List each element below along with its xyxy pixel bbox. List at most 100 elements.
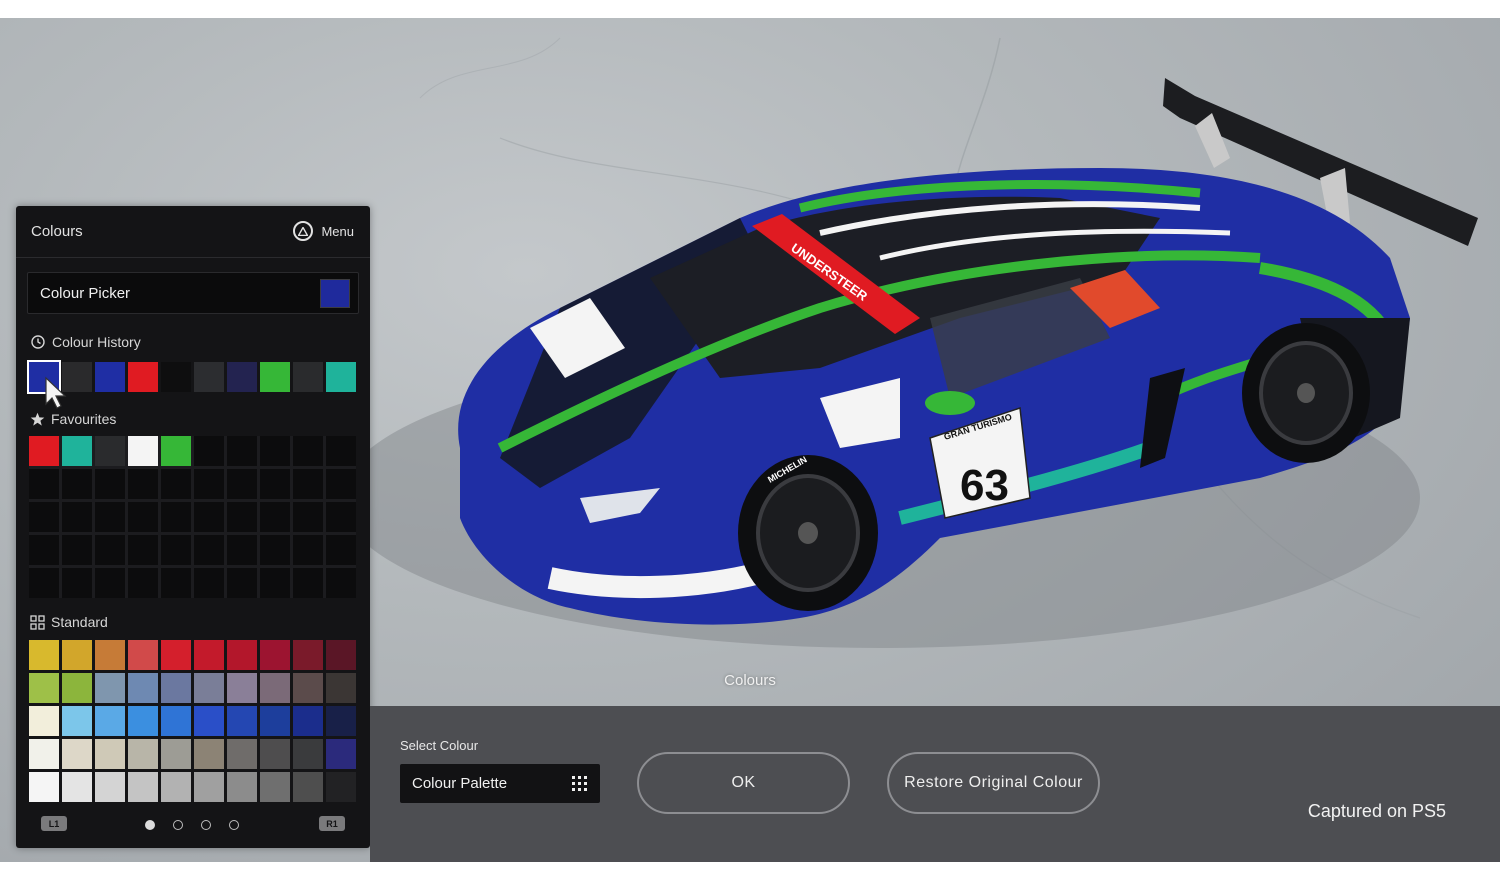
empty-favourite-slot[interactable] — [260, 568, 290, 598]
standard-swatch[interactable] — [194, 673, 224, 703]
standard-swatch[interactable] — [293, 706, 323, 736]
standard-swatch[interactable] — [62, 706, 92, 736]
standard-swatch[interactable] — [293, 673, 323, 703]
standard-swatch[interactable] — [161, 706, 191, 736]
empty-favourite-slot[interactable] — [194, 436, 224, 466]
standard-swatch[interactable] — [62, 640, 92, 670]
standard-swatch[interactable] — [95, 673, 125, 703]
standard-swatch[interactable] — [326, 772, 356, 802]
empty-favourite-slot[interactable] — [95, 502, 125, 532]
standard-swatch[interactable] — [62, 673, 92, 703]
colour-picker-button[interactable]: Colour Picker — [27, 272, 359, 314]
standard-swatch[interactable] — [29, 706, 59, 736]
standard-swatch[interactable] — [95, 739, 125, 769]
empty-favourite-slot[interactable] — [128, 568, 158, 598]
empty-favourite-slot[interactable] — [194, 469, 224, 499]
empty-favourite-slot[interactable] — [29, 535, 59, 565]
standard-swatch[interactable] — [95, 772, 125, 802]
empty-favourite-slot[interactable] — [227, 535, 257, 565]
standard-swatch[interactable] — [62, 739, 92, 769]
standard-swatch[interactable] — [293, 772, 323, 802]
empty-favourite-slot[interactable] — [161, 535, 191, 565]
standard-swatch[interactable] — [260, 640, 290, 670]
empty-favourite-slot[interactable] — [95, 469, 125, 499]
standard-swatch[interactable] — [194, 772, 224, 802]
r1-page-button[interactable]: R1 — [319, 816, 345, 831]
empty-favourite-slot[interactable] — [29, 568, 59, 598]
favourite-swatch[interactable] — [95, 436, 125, 466]
standard-swatch[interactable] — [161, 739, 191, 769]
empty-favourite-slot[interactable] — [326, 535, 356, 565]
standard-swatch[interactable] — [29, 772, 59, 802]
page-dot[interactable] — [229, 820, 239, 830]
page-dot[interactable] — [145, 820, 155, 830]
page-dot[interactable] — [173, 820, 183, 830]
history-swatch[interactable] — [326, 362, 356, 392]
page-dot[interactable] — [201, 820, 211, 830]
standard-swatch[interactable] — [194, 706, 224, 736]
standard-swatch[interactable] — [326, 673, 356, 703]
empty-favourite-slot[interactable] — [293, 535, 323, 565]
favourite-swatch[interactable] — [29, 436, 59, 466]
empty-favourite-slot[interactable] — [62, 535, 92, 565]
history-swatch[interactable] — [95, 362, 125, 392]
standard-swatch[interactable] — [29, 739, 59, 769]
empty-favourite-slot[interactable] — [227, 469, 257, 499]
empty-favourite-slot[interactable] — [326, 469, 356, 499]
history-swatch[interactable] — [227, 362, 257, 392]
standard-swatch[interactable] — [161, 640, 191, 670]
empty-favourite-slot[interactable] — [326, 568, 356, 598]
history-swatch[interactable] — [293, 362, 323, 392]
empty-favourite-slot[interactable] — [194, 568, 224, 598]
standard-swatch[interactable] — [293, 739, 323, 769]
ok-button[interactable]: OK — [637, 752, 850, 814]
empty-favourite-slot[interactable] — [194, 535, 224, 565]
standard-swatch[interactable] — [260, 772, 290, 802]
empty-favourite-slot[interactable] — [62, 469, 92, 499]
empty-favourite-slot[interactable] — [260, 535, 290, 565]
empty-favourite-slot[interactable] — [260, 469, 290, 499]
empty-favourite-slot[interactable] — [62, 568, 92, 598]
empty-favourite-slot[interactable] — [29, 502, 59, 532]
standard-swatch[interactable] — [95, 640, 125, 670]
favourite-swatch[interactable] — [128, 436, 158, 466]
empty-favourite-slot[interactable] — [194, 502, 224, 532]
standard-swatch[interactable] — [161, 772, 191, 802]
history-swatch[interactable] — [128, 362, 158, 392]
empty-favourite-slot[interactable] — [260, 502, 290, 532]
empty-favourite-slot[interactable] — [260, 436, 290, 466]
empty-favourite-slot[interactable] — [227, 568, 257, 598]
favourite-swatch[interactable] — [161, 436, 191, 466]
standard-swatch[interactable] — [29, 640, 59, 670]
favourite-swatch[interactable] — [62, 436, 92, 466]
empty-favourite-slot[interactable] — [293, 568, 323, 598]
empty-favourite-slot[interactable] — [326, 502, 356, 532]
standard-swatch[interactable] — [260, 706, 290, 736]
standard-swatch[interactable] — [227, 772, 257, 802]
standard-swatch[interactable] — [29, 673, 59, 703]
menu-button[interactable]: Menu — [293, 221, 354, 241]
restore-original-colour-button[interactable]: Restore Original Colour — [887, 752, 1100, 814]
l1-page-button[interactable]: L1 — [41, 816, 67, 831]
standard-swatch[interactable] — [194, 739, 224, 769]
standard-swatch[interactable] — [128, 772, 158, 802]
empty-favourite-slot[interactable] — [161, 469, 191, 499]
empty-favourite-slot[interactable] — [293, 502, 323, 532]
standard-swatch[interactable] — [227, 739, 257, 769]
standard-swatch[interactable] — [326, 706, 356, 736]
standard-swatch[interactable] — [128, 640, 158, 670]
standard-swatch[interactable] — [227, 640, 257, 670]
empty-favourite-slot[interactable] — [161, 568, 191, 598]
standard-swatch[interactable] — [227, 706, 257, 736]
standard-swatch[interactable] — [227, 673, 257, 703]
standard-swatch[interactable] — [293, 640, 323, 670]
empty-favourite-slot[interactable] — [161, 502, 191, 532]
standard-swatch[interactable] — [128, 739, 158, 769]
empty-favourite-slot[interactable] — [128, 535, 158, 565]
standard-swatch[interactable] — [194, 640, 224, 670]
empty-favourite-slot[interactable] — [95, 568, 125, 598]
empty-favourite-slot[interactable] — [293, 436, 323, 466]
history-swatch[interactable] — [194, 362, 224, 392]
empty-favourite-slot[interactable] — [29, 469, 59, 499]
standard-swatch[interactable] — [161, 673, 191, 703]
